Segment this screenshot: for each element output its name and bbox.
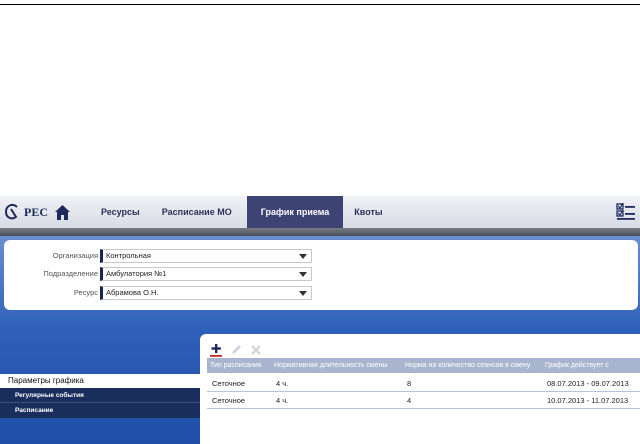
resource-row: Ресурс Абрамова О.Н.: [4, 285, 312, 300]
schedule-params-panel: Параметры графика Регулярные события Рас…: [0, 374, 200, 418]
filter-panel: Организация Контрольная Подразделение Ам…: [4, 240, 638, 310]
column-header-valid-from[interactable]: График действует с: [542, 358, 640, 373]
nav-tab-reception-schedule[interactable]: График приема: [246, 196, 344, 228]
cell-schedule-type: Сеточное: [212, 396, 246, 405]
schedule-params-title: Параметры графика: [0, 374, 200, 388]
pencil-icon[interactable]: [229, 343, 243, 357]
cell-sessions-norm: 4: [407, 396, 412, 405]
column-header-sessions-norm[interactable]: Норма на количество сеансов в смену: [402, 358, 542, 373]
column-header-schedule-type[interactable]: Тип расписания: [207, 358, 271, 373]
organization-label: Организация: [52, 251, 98, 260]
organization-value: Контрольная: [106, 250, 151, 260]
sidebar-item-regular-events[interactable]: Регулярные события: [0, 388, 200, 403]
header-shadow-bar: [0, 228, 640, 236]
sidebar-item-schedule[interactable]: Расписание: [0, 403, 200, 418]
department-select[interactable]: Амбулатория №1: [100, 266, 312, 281]
logo-mark-icon: [4, 203, 18, 220]
resource-value: Абрамова О.Н.: [106, 287, 159, 297]
department-label: Подразделение: [43, 269, 98, 278]
cell-valid-from: 10.07.2013 - 11.07.2013: [547, 396, 629, 405]
cell-sessions-norm: 8: [407, 379, 412, 388]
table-header: Тип расписания Нормативная длительность …: [207, 358, 640, 373]
top-divider: [0, 4, 640, 5]
top-navigation-bar: РЕС Ресурсы Расписание МО График приема …: [0, 196, 640, 228]
close-icon[interactable]: [249, 343, 263, 357]
table-row[interactable]: Сеточное 4 ч. 8 08.07.2013 - 09.07.2013: [207, 375, 640, 392]
cell-valid-from: 08.07.2013 - 09.07.2013: [547, 379, 629, 388]
chevron-down-icon[interactable]: [299, 271, 307, 277]
app-logo[interactable]: РЕС: [0, 196, 90, 228]
nav-tab-resources[interactable]: Ресурсы: [90, 196, 151, 228]
home-icon[interactable]: [54, 204, 71, 221]
resource-select[interactable]: Абрамова О.Н.: [100, 285, 312, 300]
organization-select[interactable]: Контрольная: [100, 248, 312, 263]
organization-row: Организация Контрольная: [4, 248, 312, 263]
nav-tab-quotas[interactable]: Квоты: [343, 196, 393, 228]
logo-text: РЕС: [24, 204, 48, 219]
department-row: Подразделение Амбулатория №1: [4, 266, 312, 281]
cell-shift-duration: 4 ч.: [276, 396, 289, 405]
chevron-down-icon[interactable]: [299, 253, 307, 259]
column-header-shift-duration[interactable]: Нормативная длительность смены: [271, 358, 402, 373]
schedule-grid-panel: Тип расписания Нормативная длительность …: [200, 334, 640, 444]
cell-schedule-type: Сеточное: [212, 379, 246, 388]
checklist-icon[interactable]: [616, 203, 636, 222]
table-row[interactable]: Сеточное 4 ч. 4 10.07.2013 - 11.07.2013: [207, 392, 640, 409]
cell-shift-duration: 4 ч.: [276, 379, 289, 388]
grid-toolbar: [209, 343, 263, 357]
add-icon[interactable]: [209, 343, 223, 357]
resource-label: Ресурс: [73, 288, 98, 297]
chevron-down-icon[interactable]: [299, 290, 307, 296]
department-value: Амбулатория №1: [106, 268, 167, 278]
nav-tab-mo-schedule[interactable]: Расписание МО: [151, 196, 243, 228]
